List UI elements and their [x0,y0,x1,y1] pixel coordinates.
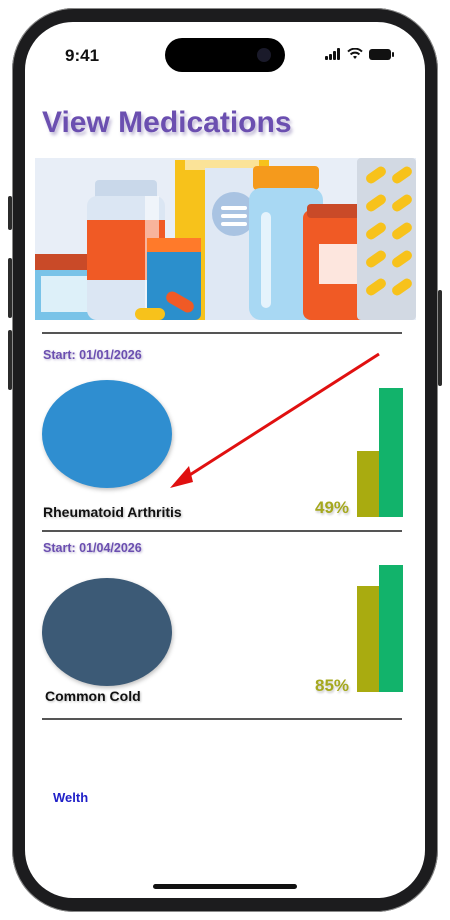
percent-label: 49% [315,498,350,517]
divider [42,718,402,720]
volume-down-button [8,330,12,390]
power-button [438,290,442,386]
home-indicator[interactable] [153,884,297,889]
progress-bar-olive [357,451,379,517]
volume-up-button [8,258,12,318]
battery-icon [369,49,394,60]
signal-icon [325,48,341,60]
divider [42,332,402,334]
divider [42,530,402,532]
page-title: View Medications [42,106,292,139]
medication-name: Common Cold [45,688,141,704]
status-time: 9:41 [65,46,100,65]
percent-label: 85% [315,676,350,695]
welth-link[interactable]: Welth [53,790,88,805]
status-bar: 9:41 [25,22,425,82]
status-icons [325,48,394,60]
phone-screen: 9:41 View Medications Start: 01/01/2026 … [25,22,425,898]
dynamic-island [165,38,285,72]
condition-circle [42,380,172,488]
progress-bar-olive [357,586,379,692]
medication-name: Rheumatoid Arthritis [43,504,182,520]
start-date-label: Start: 01/01/2026 [43,348,142,362]
progress-bar-green [379,565,403,692]
start-date-label: Start: 01/04/2026 [43,541,142,555]
medications-banner-image [35,158,416,320]
wifi-icon [347,48,363,59]
condition-circle [42,578,172,686]
action-button [8,196,12,230]
camera-icon [257,48,271,62]
progress-bar-green [379,388,403,517]
